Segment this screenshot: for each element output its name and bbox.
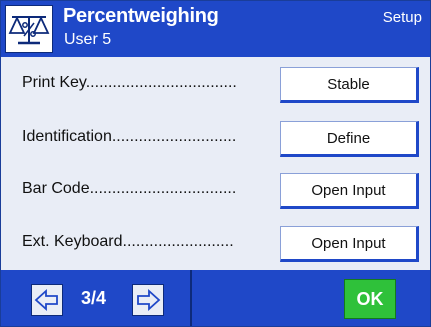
page-indicator: 3/4 bbox=[81, 288, 107, 308]
setting-label-identification: Identification..........................… bbox=[22, 128, 237, 145]
arrow-right-icon bbox=[137, 288, 161, 312]
setting-row-identification: Identification..........................… bbox=[1, 112, 430, 164]
setting-row-bar-code: Bar Code................................… bbox=[1, 164, 430, 216]
setting-label-print-key: Print Key...............................… bbox=[22, 74, 237, 91]
user-label: User 5 bbox=[64, 31, 112, 48]
setting-row-print-key: Print Key...............................… bbox=[1, 58, 430, 110]
arrow-left-icon bbox=[34, 288, 58, 312]
footer-divider bbox=[190, 270, 192, 326]
setting-label-bar-code: Bar Code................................… bbox=[22, 180, 237, 197]
ok-button[interactable]: OK bbox=[344, 279, 396, 319]
identification-button[interactable]: Define bbox=[280, 121, 419, 157]
next-page-button[interactable] bbox=[132, 284, 164, 316]
settings-list: Print Key...............................… bbox=[1, 57, 430, 270]
header-bar: Percentweighing User 5 Setup bbox=[1, 1, 430, 57]
setting-row-ext-keyboard: Ext. Keyboard......................... O… bbox=[1, 217, 430, 269]
balance-scale-percent-icon bbox=[5, 5, 53, 53]
app-title: Percentweighing bbox=[63, 5, 219, 27]
mode-label: Setup bbox=[382, 9, 422, 26]
prev-page-button[interactable] bbox=[31, 284, 63, 316]
terminal-screen: Percentweighing User 5 Setup Print Key..… bbox=[0, 0, 431, 327]
ext-keyboard-button[interactable]: Open Input bbox=[280, 226, 419, 262]
print-key-button[interactable]: Stable bbox=[280, 67, 419, 103]
setting-label-ext-keyboard: Ext. Keyboard......................... bbox=[22, 233, 234, 250]
bar-code-button[interactable]: Open Input bbox=[280, 173, 419, 209]
footer-bar: 3/4 OK bbox=[1, 270, 430, 326]
